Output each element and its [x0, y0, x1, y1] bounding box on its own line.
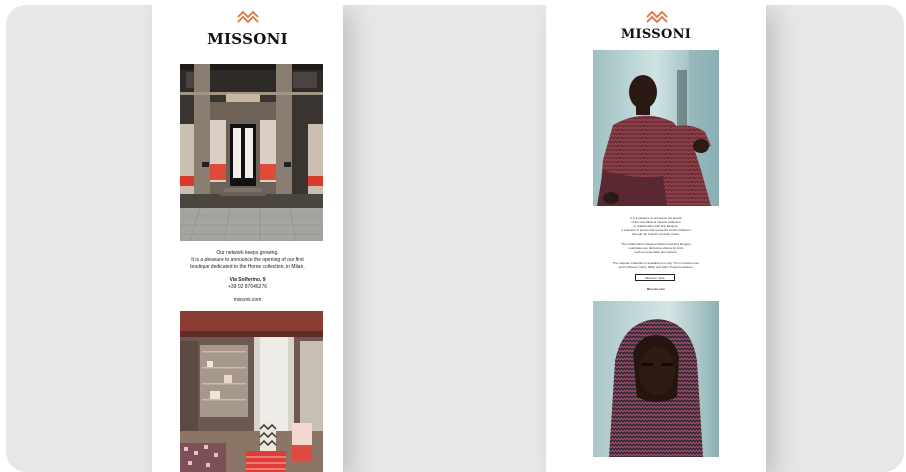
boutique-interior-photo	[180, 311, 323, 472]
announcement-line-3: boutique dedicated to the Home collectio…	[190, 264, 305, 270]
availability-copy-line: and in Missoni, Paris, Milan and Saint T…	[618, 265, 694, 269]
collab-copy-line: such as personality and passion.	[634, 250, 678, 254]
missoni-zigzag-logo-icon	[237, 11, 259, 23]
model-seated-photo	[593, 50, 719, 206]
newsletter-home-boutique: MISSONI Our network keeps growing. It is…	[152, 5, 343, 472]
presentation-canvas: MISSONI Our network keeps growing. It is…	[6, 5, 904, 472]
launch-copy-line: through the brand's symbolic codes.	[632, 232, 680, 236]
boutique-storefront-photo	[180, 64, 323, 241]
boutique-phone: +39 02 87046276	[227, 284, 268, 290]
discover-more-button[interactable]: Discover more	[635, 274, 675, 281]
website-link[interactable]: missoni.com	[152, 297, 343, 303]
announcement-line-1: Our network keeps growing.	[216, 250, 279, 256]
brand-wordmark: MISSONI	[207, 30, 288, 48]
model-hooded-photo	[593, 301, 719, 457]
announcement-line-2: It is a pleasure to announce the opening…	[191, 257, 304, 263]
boutique-address: Via Solferino, 9	[229, 277, 266, 283]
missoni-zigzag-logo-icon	[646, 11, 668, 23]
website-link[interactable]: Missoni.com	[546, 287, 766, 291]
brand-wordmark: MISSONI	[620, 27, 692, 42]
newsletter-capsule-collection: MISSONI It is a pleasure to announce the…	[546, 5, 766, 472]
